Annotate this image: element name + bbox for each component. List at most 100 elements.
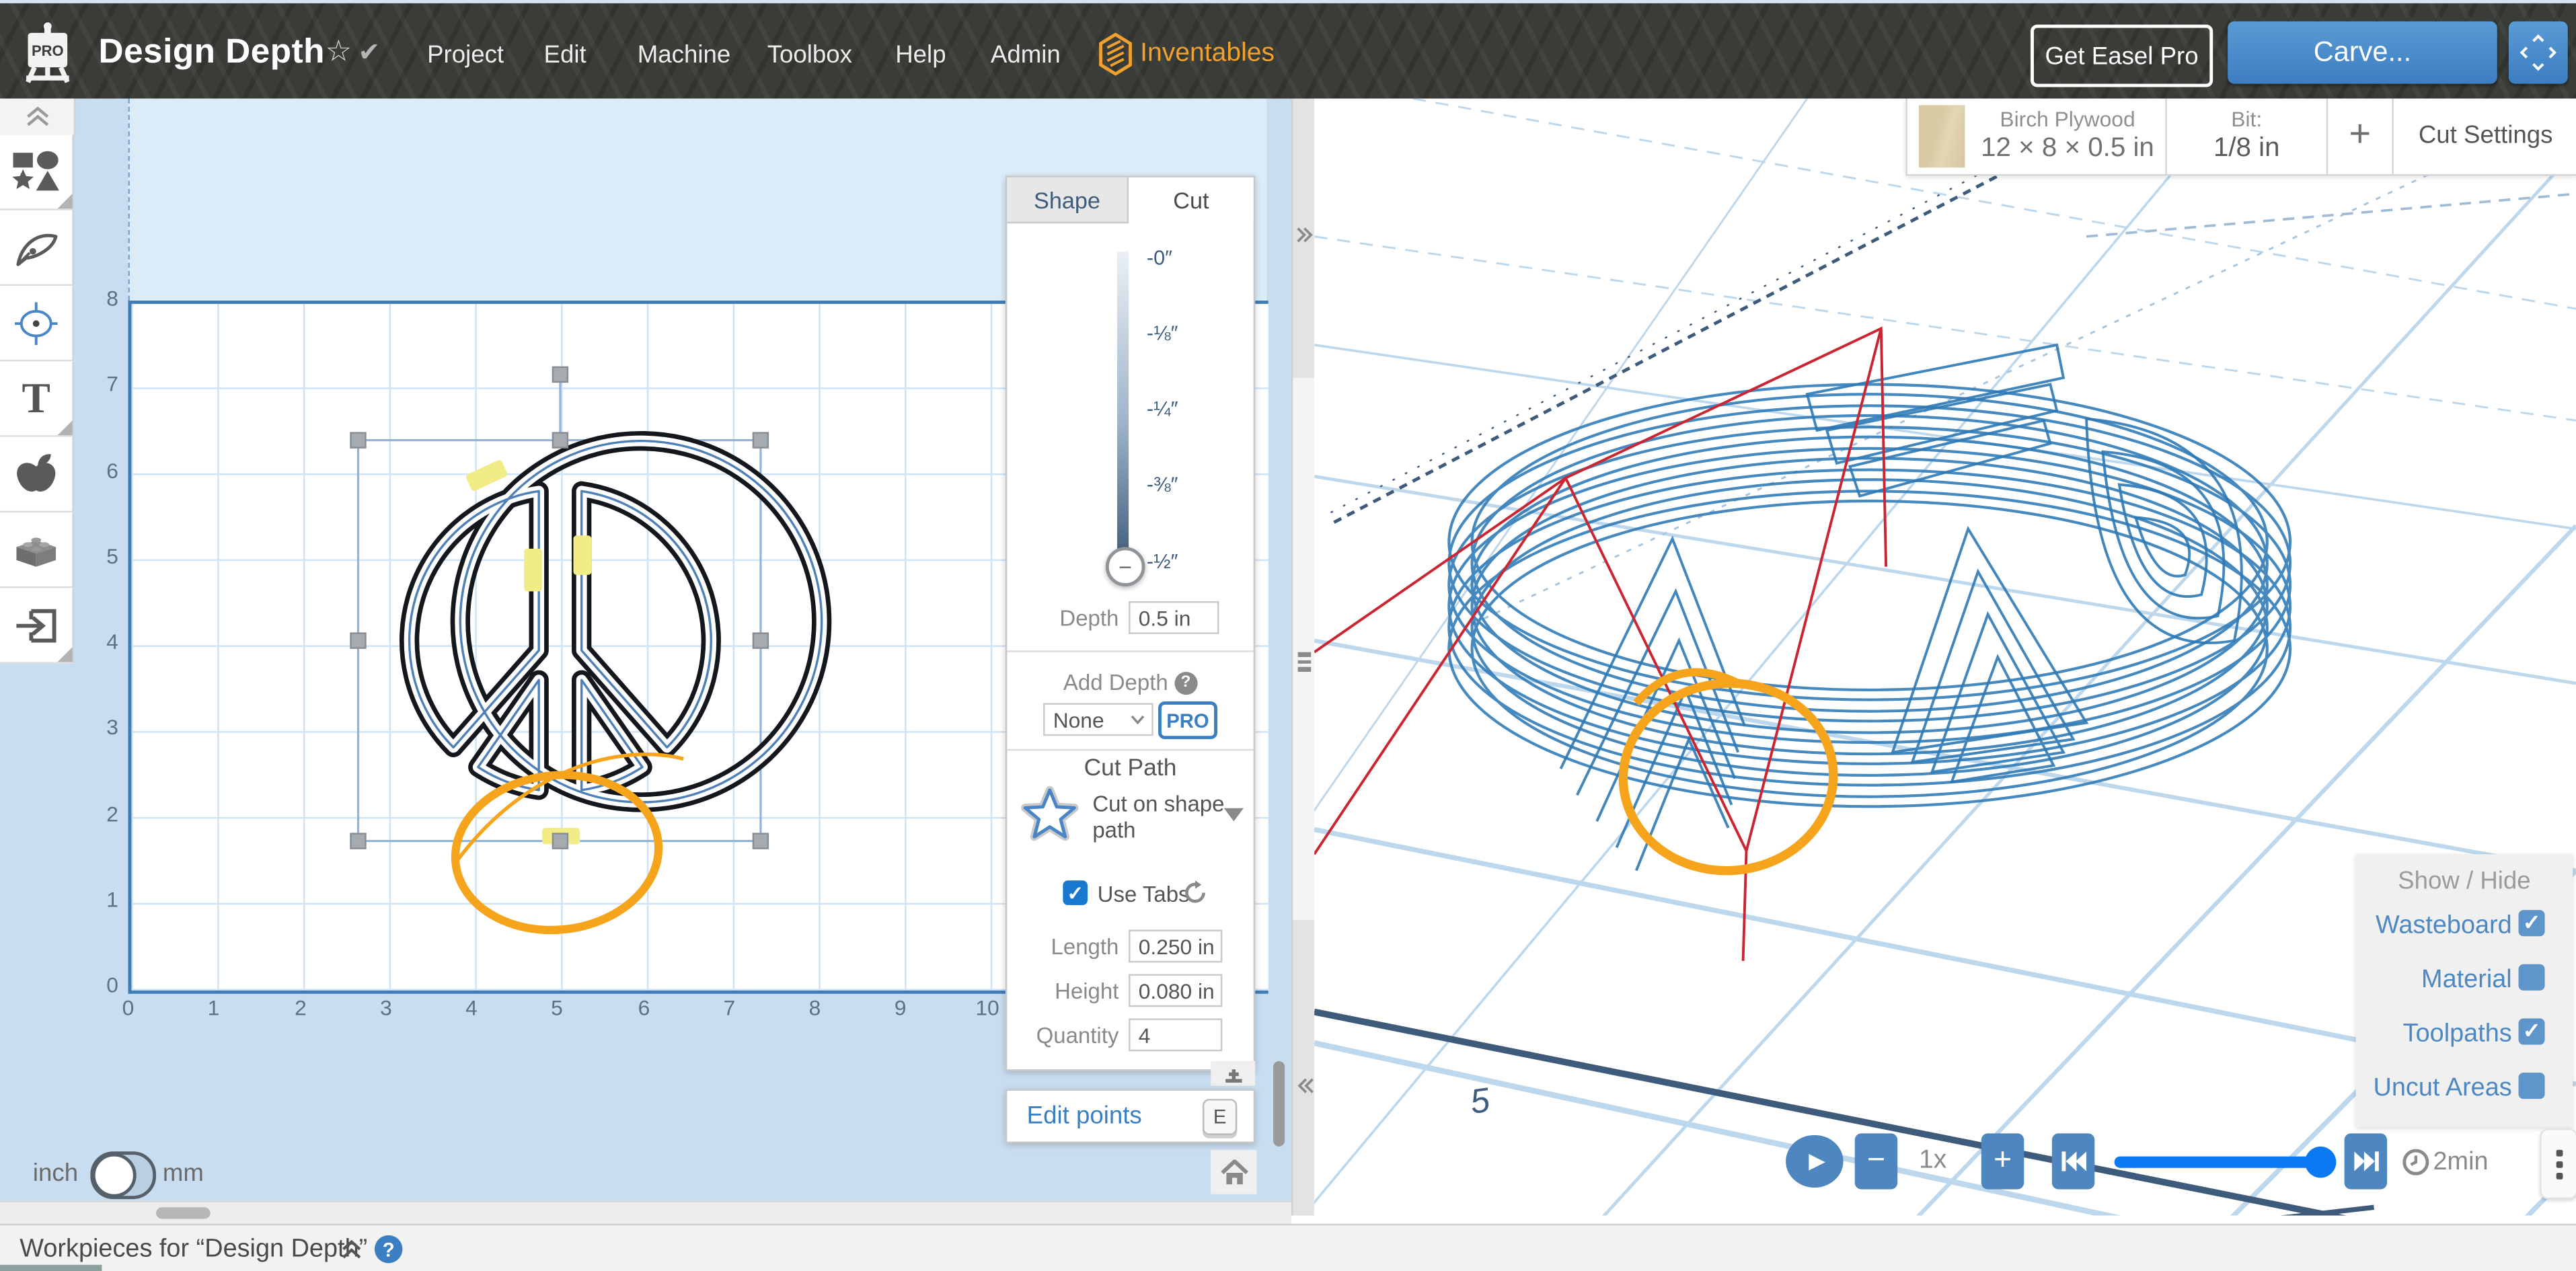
show-hide-material: Material	[2356, 966, 2512, 995]
unit-toggle[interactable]	[90, 1151, 156, 1199]
cut-settings-button[interactable]: Cut Settings	[2394, 122, 2576, 150]
submenu-fold	[57, 194, 72, 208]
lego-brick-icon	[10, 527, 63, 572]
inventables-icon[interactable]	[1098, 33, 1134, 76]
slower-button[interactable]: −	[1855, 1133, 1898, 1189]
tool-text[interactable]: T	[0, 361, 74, 436]
favorite-star-icon[interactable]: ☆	[326, 34, 352, 69]
skip-end-icon	[2353, 1151, 2378, 1171]
rotation-handle[interactable]	[553, 367, 568, 382]
height-label: Height	[1007, 979, 1119, 1004]
edit-points-shortcut-key: E	[1203, 1099, 1237, 1135]
edit-points-link[interactable]: Edit points	[1027, 1102, 1142, 1130]
quantity-input[interactable]: 4	[1129, 1018, 1222, 1051]
pen-icon	[11, 224, 61, 270]
cut-path-dropdown-caret[interactable]	[1224, 808, 1244, 822]
length-input[interactable]: 0.250 in	[1129, 930, 1222, 963]
help-icon[interactable]: ?	[1174, 672, 1197, 695]
tool-import[interactable]	[0, 588, 74, 663]
expand-right-icon[interactable]	[1296, 227, 1314, 243]
tool-blocks[interactable]	[0, 512, 74, 588]
pro-badge: PRO	[1158, 701, 1217, 739]
workpieces-help-icon[interactable]: ?	[375, 1235, 403, 1264]
progress-slider-knob[interactable]	[2305, 1147, 2336, 1178]
quantity-label: Quantity	[1007, 1024, 1119, 1048]
refresh-tabs-icon[interactable]	[1183, 880, 1208, 913]
bit-value[interactable]: 1/8 in	[2167, 133, 2326, 164]
tool-shapes[interactable]	[0, 134, 74, 210]
depth-scale-3-8: -⅜″	[1147, 473, 1178, 496]
cut-panel-scrollbar[interactable]	[1273, 1061, 1285, 1147]
wasteboard-checkbox[interactable]: ✓	[2519, 910, 2545, 936]
material-name[interactable]: Birch Plywood	[1973, 107, 2162, 132]
menu-project[interactable]: Project	[427, 41, 504, 69]
depth-scale-1-2: -½″	[1147, 550, 1178, 573]
add-bit-button[interactable]: +	[2328, 112, 2392, 156]
depth-scale-0: -0″	[1147, 246, 1172, 269]
cut-path-value[interactable]: Cut on shape path	[1092, 792, 1227, 843]
easel-app-window: PRO Design Depth ☆ ✔ Project Edit Machin…	[0, 0, 2576, 1271]
unit-mm-label: mm	[163, 1159, 204, 1188]
get-easel-pro-button[interactable]: Get Easel Pro	[2031, 25, 2213, 87]
material-checkbox[interactable]	[2519, 964, 2545, 991]
menu-admin[interactable]: Admin	[991, 41, 1061, 69]
tab-shape[interactable]: Shape	[1007, 178, 1129, 223]
simulation-progress-slider[interactable]	[2115, 1155, 2320, 1167]
depth-input[interactable]: 0.5 in	[1129, 601, 1219, 634]
collapse-up-icon[interactable]	[340, 1239, 363, 1260]
project-title[interactable]: Design Depth	[99, 33, 325, 73]
carve-button[interactable]: Carve...	[2228, 22, 2497, 84]
toolpath-rings	[1449, 385, 2290, 807]
length-label: Length	[1007, 935, 1119, 960]
material-dimensions[interactable]: 12 × 8 × 0.5 in	[1973, 133, 2162, 164]
menu-toolbox[interactable]: Toolbox	[767, 41, 852, 69]
edit-points-panel: Edit points E	[1006, 1089, 1255, 1143]
show-hide-toolpaths: Toolpaths	[2356, 1020, 2512, 1050]
toggle-knob	[92, 1153, 137, 1198]
kebab-icon	[2555, 1149, 2562, 1156]
toolbar-collapse-button[interactable]	[0, 99, 75, 137]
height-input[interactable]: 0.080 in	[1129, 974, 1222, 1007]
saved-check-icon: ✔	[358, 36, 380, 69]
use-tabs-label: Use Tabs	[1098, 882, 1190, 907]
menu-edit[interactable]: Edit	[544, 41, 586, 69]
home-view-button[interactable]	[1211, 1150, 1256, 1194]
menu-machine[interactable]: Machine	[638, 41, 731, 69]
skip-to-end-button[interactable]	[2345, 1133, 2388, 1189]
pin-button[interactable]	[1211, 1061, 1255, 1086]
play-button[interactable]: ▶	[1786, 1135, 1843, 1188]
tab-cut[interactable]: Cut	[1129, 178, 1254, 222]
collapse-left-icon[interactable]	[1296, 1077, 1314, 1093]
add-depth-label: Add Depth ?	[1007, 670, 1253, 696]
add-depth-select[interactable]: None	[1043, 703, 1153, 736]
toolpaths-checkbox[interactable]: ✓	[2519, 1018, 2545, 1044]
faster-button[interactable]: +	[1981, 1133, 2024, 1189]
cut-panel: Shape Cut -0″ -⅛″ -¼″ -⅜″ -½″ − Depth 0.…	[1006, 176, 1255, 1071]
time-estimate: 2min	[2433, 1148, 2488, 1178]
tool-pen[interactable]	[0, 210, 74, 286]
show-hide-title: Show / Hide	[2356, 868, 2573, 896]
hscrollbar-thumb[interactable]	[156, 1207, 211, 1219]
material-swatch[interactable]	[1919, 105, 1965, 167]
tool-apps[interactable]	[0, 437, 74, 512]
depth-scale-1-8: -⅛″	[1147, 322, 1178, 345]
use-tabs-checkbox[interactable]: ✓	[1063, 880, 1088, 905]
pane-divider[interactable]	[1291, 99, 1316, 1216]
skip-to-start-button[interactable]	[2052, 1133, 2095, 1189]
easel-pro-logo[interactable]: PRO	[20, 22, 75, 84]
depth-slider-track[interactable]	[1117, 252, 1129, 564]
jog-machine-button[interactable]	[2509, 22, 2568, 84]
menu-help[interactable]: Help	[895, 41, 946, 69]
workpiece-thumbnail[interactable]	[0, 1265, 102, 1271]
divider-grip	[1298, 652, 1312, 656]
tool-set-origin[interactable]	[0, 286, 74, 361]
depth-slider-handle[interactable]: −	[1106, 547, 1145, 586]
toolpath-rapids	[1314, 329, 1886, 961]
canvas-hscrollbar[interactable]	[0, 1201, 1291, 1226]
brand-link[interactable]: Inventables	[1140, 40, 1275, 69]
apple-icon	[11, 449, 61, 498]
show-hide-uncut-areas: Uncut Areas	[2356, 1074, 2512, 1104]
uncut-areas-checkbox[interactable]	[2519, 1073, 2545, 1099]
more-options-button[interactable]	[2540, 1128, 2576, 1199]
show-hide-wasteboard: Wasteboard	[2356, 912, 2512, 941]
